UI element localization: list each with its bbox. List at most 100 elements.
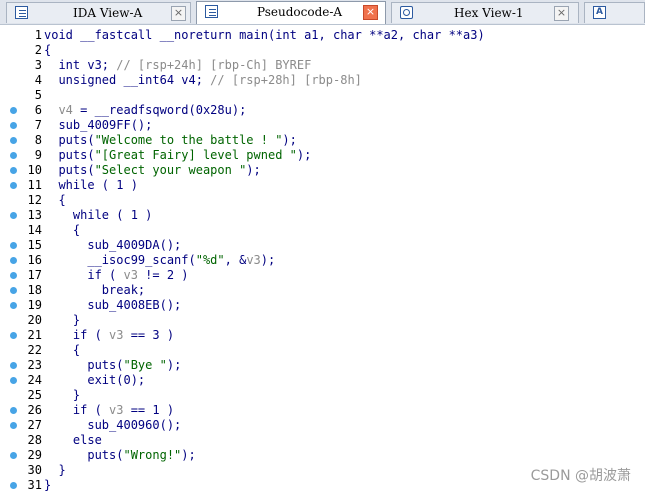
breakpoint-dot-icon[interactable]	[10, 407, 17, 414]
breakpoint-dot-icon[interactable]	[10, 257, 17, 264]
code-line[interactable]: 25 }	[0, 388, 645, 403]
code-line[interactable]: 28 else	[0, 433, 645, 448]
code-text: }	[44, 478, 51, 493]
line-number: 30	[27, 463, 42, 477]
code-line[interactable]: 26 if ( v3 == 1 )	[0, 403, 645, 418]
code-text: sub_4008EB();	[44, 298, 181, 313]
code-token: "%d"	[195, 253, 225, 267]
breakpoint-dot-icon[interactable]	[10, 137, 17, 144]
close-icon[interactable]: ×	[363, 5, 378, 20]
code-token: puts(	[44, 448, 124, 462]
code-token: );	[296, 148, 312, 162]
line-number: 22	[27, 343, 42, 357]
code-token: }	[44, 388, 81, 402]
code-line[interactable]: 23 puts("Bye ");	[0, 358, 645, 373]
code-text: }	[44, 463, 65, 478]
code-line[interactable]: 5	[0, 88, 645, 103]
code-text: sub_4009DA();	[44, 238, 181, 253]
breakpoint-dot-icon[interactable]	[10, 212, 17, 219]
code-line[interactable]: 12 {	[0, 193, 645, 208]
close-icon[interactable]: ×	[171, 6, 186, 21]
code-line[interactable]: 24 exit(0);	[0, 373, 645, 388]
code-text: sub_4009FF();	[44, 118, 152, 133]
code-line[interactable]: 17 if ( v3 != 2 )	[0, 268, 645, 283]
hex-view-icon	[400, 6, 413, 19]
code-line[interactable]: 3 int v3; // [rsp+24h] [rbp-Ch] BYREF	[0, 58, 645, 73]
code-token: "Wrong!"	[123, 448, 182, 462]
code-token: while ( 1 )	[44, 178, 138, 192]
line-number: 16	[27, 253, 42, 267]
code-line[interactable]: 1 void __fastcall __noreturn main(int a1,…	[0, 28, 645, 43]
code-line[interactable]: 8 puts("Welcome to the battle ! ");	[0, 133, 645, 148]
pseudocode-view-icon	[205, 5, 218, 18]
line-number: 10	[27, 163, 42, 177]
breakpoint-dot-icon[interactable]	[10, 422, 17, 429]
code-line[interactable]: 13 while ( 1 )	[0, 208, 645, 223]
code-line[interactable]: 10 puts("Select your weapon ");	[0, 163, 645, 178]
code-token: v3	[123, 268, 138, 282]
code-text: while ( 1 )	[44, 208, 152, 223]
code-line[interactable]: 21 if ( v3 == 3 )	[0, 328, 645, 343]
code-token: void __fastcall __noreturn main(int a1, …	[44, 28, 485, 42]
code-token: else	[44, 433, 102, 447]
code-token: sub_4009FF();	[44, 118, 153, 132]
breakpoint-dot-icon[interactable]	[10, 377, 17, 384]
breakpoint-dot-icon[interactable]	[10, 287, 17, 294]
code-line[interactable]: 9 puts("[Great Fairy] level pwned ");	[0, 148, 645, 163]
breakpoint-dot-icon[interactable]	[10, 152, 17, 159]
line-number: 18	[27, 283, 42, 297]
line-number: 13	[27, 208, 42, 222]
breakpoint-dot-icon[interactable]	[10, 482, 17, 489]
code-line[interactable]: 27 sub_400960();	[0, 418, 645, 433]
code-line[interactable]: 18 break;	[0, 283, 645, 298]
code-token: __isoc99_scanf(	[44, 253, 196, 267]
line-number: 3	[34, 58, 42, 72]
disassembly-view-icon	[15, 6, 28, 19]
tab-hex-view-1[interactable]: Hex View-1 ×	[391, 2, 579, 23]
code-line[interactable]: 2{	[0, 43, 645, 58]
code-text: break;	[44, 283, 145, 298]
line-number: 12	[27, 193, 42, 207]
breakpoint-dot-icon[interactable]	[10, 122, 17, 129]
breakpoint-dot-icon[interactable]	[10, 362, 17, 369]
line-number: 11	[27, 178, 42, 192]
code-line[interactable]: 29 puts("Wrong!");	[0, 448, 645, 463]
line-number: 24	[27, 373, 42, 387]
breakpoint-dot-icon[interactable]	[10, 167, 17, 174]
breakpoint-dot-icon[interactable]	[10, 182, 17, 189]
code-token: "[Great Fairy] level pwned "	[94, 148, 297, 162]
breakpoint-dot-icon[interactable]	[10, 332, 17, 339]
code-token: {	[44, 223, 81, 237]
tab-structures[interactable]: A	[584, 2, 645, 23]
code-token: , &	[224, 253, 247, 267]
code-line[interactable]: 16 __isoc99_scanf("%d", &v3);	[0, 253, 645, 268]
code-line[interactable]: 22 {	[0, 343, 645, 358]
code-line[interactable]: 19 sub_4008EB();	[0, 298, 645, 313]
line-number: 20	[27, 313, 42, 327]
code-line[interactable]: 15 sub_4009DA();	[0, 238, 645, 253]
breakpoint-dot-icon[interactable]	[10, 107, 17, 114]
code-token: // [rsp+24h] [rbp-Ch] BYREF	[116, 58, 312, 72]
code-line[interactable]: 20 }	[0, 313, 645, 328]
code-token: v3	[109, 403, 124, 417]
code-line[interactable]: 6 v4 = __readfsqword(0x28u);	[0, 103, 645, 118]
code-line[interactable]: 7 sub_4009FF();	[0, 118, 645, 133]
breakpoint-dot-icon[interactable]	[10, 302, 17, 309]
breakpoint-dot-icon[interactable]	[10, 272, 17, 279]
code-text: {	[44, 193, 65, 208]
watermark: CSDN @胡波萧	[530, 468, 631, 484]
breakpoint-dot-icon[interactable]	[10, 452, 17, 459]
tab-ida-view-a[interactable]: IDA View-A ×	[6, 2, 191, 23]
code-line[interactable]: 4 unsigned __int64 v4; // [rsp+28h] [rbp…	[0, 73, 645, 88]
line-number: 27	[27, 418, 42, 432]
tab-pseudocode-a[interactable]: Pseudocode-A ×	[196, 1, 386, 24]
close-icon[interactable]: ×	[554, 6, 569, 21]
pseudocode-editor[interactable]: 1 void __fastcall __noreturn main(int a1,…	[0, 28, 645, 493]
code-line[interactable]: 11 while ( 1 )	[0, 178, 645, 193]
code-text: {	[44, 343, 80, 358]
code-line[interactable]: 14 {	[0, 223, 645, 238]
line-number: 17	[27, 268, 42, 282]
structures-view-icon: A	[593, 6, 606, 19]
code-text: puts("Bye ");	[44, 358, 181, 373]
breakpoint-dot-icon[interactable]	[10, 242, 17, 249]
